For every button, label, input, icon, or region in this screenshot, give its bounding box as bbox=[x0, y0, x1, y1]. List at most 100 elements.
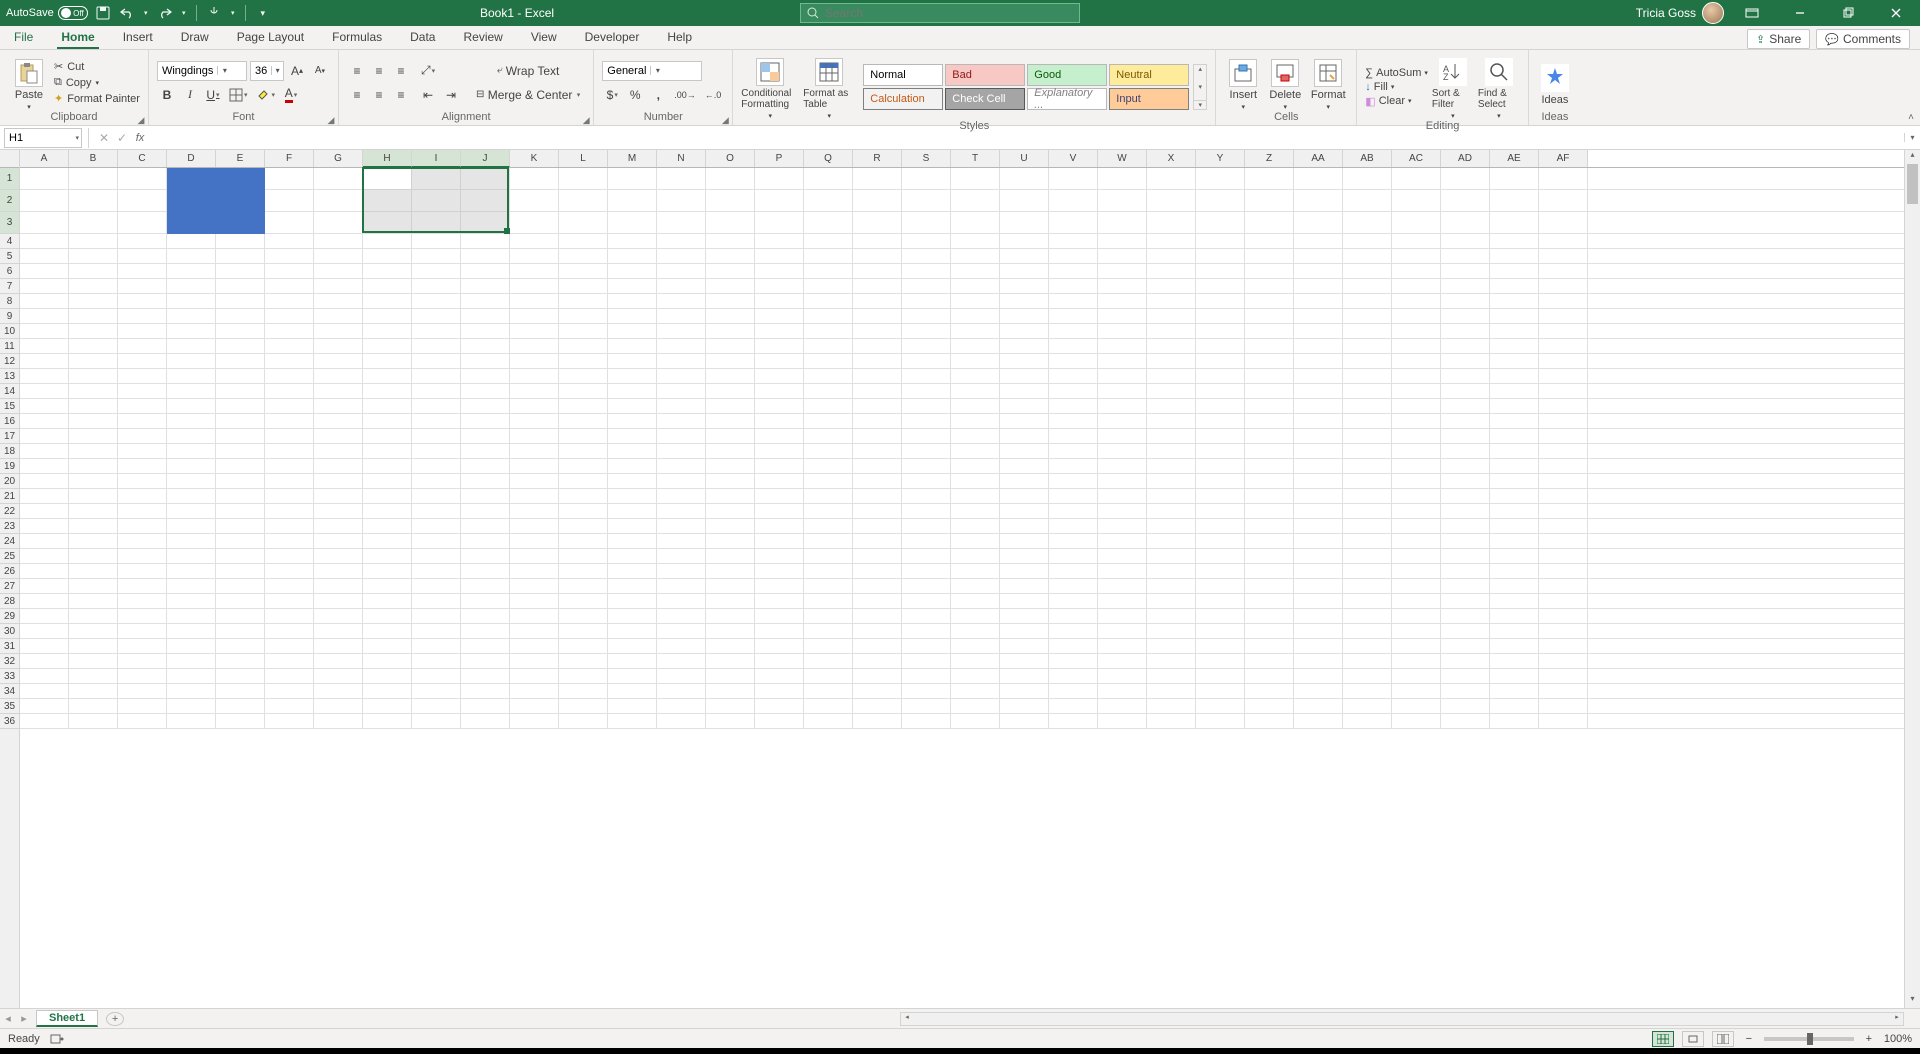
tab-home[interactable]: Home bbox=[57, 26, 98, 49]
style-calculation[interactable]: Calculation bbox=[863, 88, 943, 110]
column-header[interactable]: S bbox=[902, 150, 951, 167]
zoom-level[interactable]: 100% bbox=[1884, 1033, 1912, 1045]
clipboard-launcher-icon[interactable]: ◢ bbox=[136, 115, 146, 125]
align-middle-icon[interactable]: ≡ bbox=[369, 61, 389, 81]
column-header[interactable]: H bbox=[363, 150, 412, 167]
style-explanatory[interactable]: Explanatory ... bbox=[1027, 88, 1107, 110]
row-header[interactable]: 36 bbox=[0, 714, 19, 729]
cancel-formula-icon[interactable]: ✕ bbox=[95, 131, 113, 145]
row-header[interactable]: 22 bbox=[0, 504, 19, 519]
orientation-button[interactable]: ⤢▾ bbox=[418, 61, 438, 81]
style-good[interactable]: Good bbox=[1027, 64, 1107, 86]
close-icon[interactable] bbox=[1876, 0, 1916, 26]
decrease-indent-icon[interactable]: ⇤ bbox=[418, 85, 438, 105]
italic-button[interactable]: I bbox=[180, 85, 200, 105]
column-header[interactable]: P bbox=[755, 150, 804, 167]
row-header[interactable]: 13 bbox=[0, 369, 19, 384]
cut-button[interactable]: ✂Cut bbox=[54, 60, 140, 73]
tab-formulas[interactable]: Formulas bbox=[328, 26, 386, 49]
column-header[interactable]: I bbox=[412, 150, 461, 167]
column-header[interactable]: W bbox=[1098, 150, 1147, 167]
zoom-slider[interactable] bbox=[1764, 1037, 1854, 1041]
autosum-button[interactable]: ∑AutoSum ▾ bbox=[1365, 67, 1428, 79]
column-header[interactable]: K bbox=[510, 150, 559, 167]
row-header[interactable]: 10 bbox=[0, 324, 19, 339]
column-header[interactable]: D bbox=[167, 150, 216, 167]
row-header[interactable]: 16 bbox=[0, 414, 19, 429]
vertical-scrollbar[interactable]: ▴▾ bbox=[1904, 150, 1920, 1008]
column-header[interactable]: AF bbox=[1539, 150, 1588, 167]
column-header[interactable]: Y bbox=[1196, 150, 1245, 167]
row-header[interactable]: 12 bbox=[0, 354, 19, 369]
column-header[interactable]: O bbox=[706, 150, 755, 167]
user-account[interactable]: Tricia Goss bbox=[1636, 2, 1724, 24]
touch-dropdown-icon[interactable]: ▾ bbox=[229, 4, 237, 22]
fill-handle-icon[interactable] bbox=[504, 228, 510, 234]
row-header[interactable]: 14 bbox=[0, 384, 19, 399]
redo-dropdown-icon[interactable]: ▾ bbox=[180, 4, 188, 22]
row-header[interactable]: 25 bbox=[0, 549, 19, 564]
font-size-combo[interactable]: 36▾ bbox=[250, 61, 284, 81]
row-header[interactable]: 17 bbox=[0, 429, 19, 444]
row-header[interactable]: 7 bbox=[0, 279, 19, 294]
column-header[interactable]: J bbox=[461, 150, 510, 167]
delete-cells-button[interactable]: Delete▾ bbox=[1266, 55, 1304, 111]
format-as-table-button[interactable]: Format as Table▾ bbox=[803, 54, 855, 120]
decrease-decimal-icon[interactable]: ←.0 bbox=[702, 85, 725, 105]
style-input[interactable]: Input bbox=[1109, 88, 1189, 110]
macro-record-icon[interactable] bbox=[50, 1033, 64, 1045]
comma-format-button[interactable]: , bbox=[648, 85, 668, 105]
row-header[interactable]: 21 bbox=[0, 489, 19, 504]
row-header[interactable]: 15 bbox=[0, 399, 19, 414]
share-button[interactable]: ⇪Share bbox=[1747, 29, 1810, 49]
font-name-combo[interactable]: Wingdings▾ bbox=[157, 61, 247, 81]
increase-font-icon[interactable]: A▴ bbox=[287, 61, 307, 81]
minimize-icon[interactable] bbox=[1780, 0, 1820, 26]
format-painter-button[interactable]: ✦Format Painter bbox=[54, 92, 140, 105]
zoom-out-icon[interactable]: − bbox=[1742, 1033, 1756, 1045]
copy-button[interactable]: ⧉Copy ▾ bbox=[54, 76, 140, 89]
row-header[interactable]: 28 bbox=[0, 594, 19, 609]
tab-draw[interactable]: Draw bbox=[177, 26, 213, 49]
column-header[interactable]: AC bbox=[1392, 150, 1441, 167]
active-cell[interactable] bbox=[364, 169, 411, 189]
format-cells-button[interactable]: Format▾ bbox=[1308, 55, 1348, 111]
paste-button[interactable]: Paste▾ bbox=[8, 55, 50, 111]
column-header[interactable]: N bbox=[657, 150, 706, 167]
collapse-ribbon-icon[interactable]: ˄ bbox=[1908, 112, 1914, 123]
column-header[interactable]: U bbox=[1000, 150, 1049, 167]
style-bad[interactable]: Bad bbox=[945, 64, 1025, 86]
touch-mode-icon[interactable] bbox=[205, 4, 223, 22]
number-launcher-icon[interactable]: ◢ bbox=[720, 115, 730, 125]
tab-data[interactable]: Data bbox=[406, 26, 439, 49]
column-header[interactable]: L bbox=[559, 150, 608, 167]
style-normal[interactable]: Normal bbox=[863, 64, 943, 86]
redo-icon[interactable] bbox=[156, 4, 174, 22]
align-left-icon[interactable]: ≡ bbox=[347, 85, 367, 105]
column-header[interactable]: AA bbox=[1294, 150, 1343, 167]
customize-qat-icon[interactable]: ▾ bbox=[254, 4, 272, 22]
tab-developer[interactable]: Developer bbox=[581, 26, 644, 49]
autosave-toggle[interactable]: AutoSave Off bbox=[6, 6, 88, 20]
insert-function-icon[interactable]: fx bbox=[131, 132, 149, 144]
percent-format-button[interactable]: % bbox=[625, 85, 645, 105]
normal-view-icon[interactable] bbox=[1652, 1031, 1674, 1047]
select-all-corner[interactable] bbox=[0, 150, 19, 168]
sheet-tab-active[interactable]: Sheet1 bbox=[36, 1010, 98, 1027]
row-header[interactable]: 32 bbox=[0, 654, 19, 669]
increase-decimal-icon[interactable]: .00→ bbox=[671, 85, 699, 105]
column-header[interactable]: T bbox=[951, 150, 1000, 167]
accounting-format-button[interactable]: $▾ bbox=[602, 85, 622, 105]
insert-cells-button[interactable]: Insert▾ bbox=[1224, 55, 1262, 111]
horizontal-scrollbar[interactable]: ◂▸ bbox=[900, 1012, 1904, 1026]
column-header[interactable]: Z bbox=[1245, 150, 1294, 167]
align-right-icon[interactable]: ≡ bbox=[391, 85, 411, 105]
worksheet-grid[interactable]: 1234567891011121314151617181920212223242… bbox=[0, 150, 1920, 1008]
row-header[interactable]: 33 bbox=[0, 669, 19, 684]
style-neutral[interactable]: Neutral bbox=[1109, 64, 1189, 86]
search-input[interactable] bbox=[825, 6, 1073, 20]
row-header[interactable]: 9 bbox=[0, 309, 19, 324]
row-header[interactable]: 31 bbox=[0, 639, 19, 654]
align-center-icon[interactable]: ≡ bbox=[369, 85, 389, 105]
row-header[interactable]: 35 bbox=[0, 699, 19, 714]
